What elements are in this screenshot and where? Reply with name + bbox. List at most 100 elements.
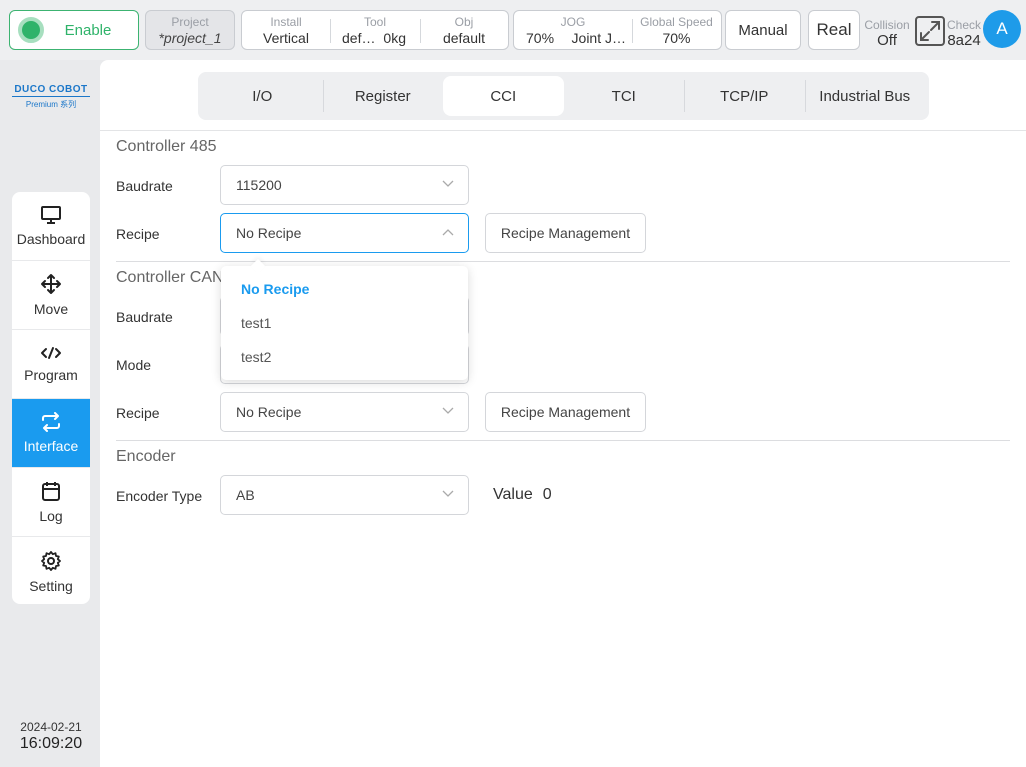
sidebar-item-label: Dashboard xyxy=(16,231,86,247)
tab-cci[interactable]: CCI xyxy=(443,76,564,116)
code-icon xyxy=(41,347,61,359)
tab-industrial-bus[interactable]: Industrial Bus xyxy=(804,76,926,116)
tab-tci[interactable]: TCI xyxy=(564,76,685,116)
sidebar-item-label: Setting xyxy=(29,577,73,594)
c485-baudrate-value: 115200 xyxy=(236,177,282,193)
encoder-type-select[interactable]: AB xyxy=(220,475,469,515)
tool-mass: 0kg xyxy=(383,30,406,46)
tool-name: def… xyxy=(342,30,376,46)
tool-segment[interactable]: Tool def… 0kg xyxy=(330,11,420,49)
global-speed-value: 70% xyxy=(662,30,691,46)
clock-date: 2024-02-21 xyxy=(20,720,82,734)
project-caption: Project xyxy=(171,15,209,29)
jog-segment[interactable]: JOG 70% Joint J… xyxy=(514,11,632,49)
top-bar: Enable Project *project_1 Install Vertic… xyxy=(0,0,1026,60)
brand-logo: DUCO COBOT Premium 系列 xyxy=(12,84,90,110)
calendar-icon xyxy=(42,482,60,501)
sidebar-item-program[interactable]: Program xyxy=(12,330,90,399)
encoder-value-readout: Value 0 xyxy=(493,486,552,504)
brand-subtitle: Premium 系列 xyxy=(25,100,77,109)
recipe-dropdown-menu: No Recipe test1 test2 xyxy=(221,266,468,380)
sidebar-item-dashboard[interactable]: Dashboard xyxy=(12,192,90,261)
monitor-icon xyxy=(41,206,61,224)
can-baudrate-label: Baudrate xyxy=(116,309,173,325)
c485-baudrate-label: Baudrate xyxy=(116,178,173,194)
power-status-icon xyxy=(18,17,44,43)
can-recipe-management-button[interactable]: Recipe Management xyxy=(485,392,646,432)
install-value: Vertical xyxy=(263,30,309,46)
tab-register[interactable]: Register xyxy=(322,76,444,116)
dropdown-option-test2[interactable]: test2 xyxy=(221,340,468,374)
global-speed-segment[interactable]: Global Speed 70% xyxy=(632,11,721,49)
global-speed-caption: Global Speed xyxy=(640,15,713,29)
sidebar-item-label: Program xyxy=(24,367,78,383)
jog-speed: 70% xyxy=(526,30,555,46)
brand-name: DUCO COBOT xyxy=(12,84,90,97)
gear-icon xyxy=(41,550,61,571)
swap-arrows-icon xyxy=(42,412,60,432)
sidebar-item-label: Interface xyxy=(23,438,79,454)
section-divider xyxy=(116,440,1010,441)
project-name: *project_1 xyxy=(158,30,222,46)
tool-values: def… 0kg xyxy=(330,29,420,47)
tab-io[interactable]: I/O xyxy=(202,76,323,116)
clock-time: 16:09:20 xyxy=(19,735,83,752)
obj-value: default xyxy=(442,30,486,46)
clock: 2024-02-21 16:09:20 xyxy=(12,720,90,753)
check-caption: Check xyxy=(946,18,981,32)
fullscreen-icon[interactable] xyxy=(915,16,945,46)
manual-mode-button[interactable]: Manual xyxy=(725,10,801,50)
sidebar-item-move[interactable]: Move xyxy=(12,261,90,330)
encoder-type-label: Encoder Type xyxy=(116,488,203,504)
checksum-status: Check 8a24 xyxy=(946,14,982,50)
c485-recipe-label: Recipe xyxy=(116,226,160,242)
sidebar-nav: Dashboard Move Program Interface Log Set… xyxy=(12,192,90,604)
can-recipe-select[interactable]: No Recipe xyxy=(220,392,469,432)
chevron-up-icon xyxy=(442,229,454,236)
sidebar-item-setting[interactable]: Setting xyxy=(12,537,90,604)
obj-segment[interactable]: Obj default xyxy=(420,11,508,49)
move-arrows-icon xyxy=(41,274,61,294)
jog-values: 70% Joint J… xyxy=(514,29,632,47)
main-panel: I/O Register CCI TCI TCP/IP Industrial B… xyxy=(100,60,1026,767)
project-selector[interactable]: Project *project_1 xyxy=(145,10,235,50)
user-avatar[interactable]: A xyxy=(983,10,1021,48)
section-title-encoder: Encoder xyxy=(116,448,176,465)
encoder-value: 0 xyxy=(542,486,552,503)
section-title-controller-can: Controller CAN xyxy=(116,269,224,286)
sidebar-item-interface[interactable]: Interface xyxy=(12,399,90,468)
jog-speed-panel[interactable]: JOG 70% Joint J… Global Speed 70% xyxy=(513,10,722,50)
section-title-controller-485: Controller 485 xyxy=(116,138,217,155)
enable-button[interactable]: Enable xyxy=(9,10,139,50)
install-caption: Install xyxy=(270,15,302,29)
jog-caption: JOG xyxy=(560,15,586,29)
jog-mode: Joint J… xyxy=(571,30,626,46)
sidebar-item-log[interactable]: Log xyxy=(12,468,90,537)
encoder-type-value: AB xyxy=(236,487,255,503)
c485-baudrate-select[interactable]: 115200 xyxy=(220,165,469,205)
chevron-down-icon xyxy=(442,180,454,187)
c485-recipe-value: No Recipe xyxy=(236,225,302,241)
chevron-down-icon xyxy=(442,490,454,497)
chevron-down-icon xyxy=(442,407,454,414)
c485-recipe-select[interactable]: No Recipe xyxy=(220,213,469,253)
enable-label: Enable xyxy=(64,21,112,39)
tool-caption: Tool xyxy=(363,15,386,29)
dropdown-option-test1[interactable]: test1 xyxy=(221,306,468,340)
collision-caption: Collision xyxy=(864,18,910,32)
obj-caption: Obj xyxy=(454,15,474,29)
check-value: 8a24 xyxy=(947,32,981,49)
install-tool-obj-panel[interactable]: Install Vertical Tool def… 0kg Obj defau… xyxy=(241,10,509,50)
c485-recipe-management-button[interactable]: Recipe Management xyxy=(485,213,646,253)
collision-status[interactable]: Collision Off xyxy=(862,14,912,50)
real-sim-toggle[interactable]: Real xyxy=(808,10,860,50)
can-recipe-label: Recipe xyxy=(116,405,160,421)
sidebar-item-label: Log xyxy=(39,508,63,524)
install-segment[interactable]: Install Vertical xyxy=(242,11,330,49)
tabs-divider xyxy=(100,130,1026,131)
sidebar-item-label: Move xyxy=(33,301,69,317)
can-recipe-value: No Recipe xyxy=(236,404,302,420)
tab-tcpip[interactable]: TCP/IP xyxy=(684,76,805,116)
can-mode-label: Mode xyxy=(116,357,152,373)
dropdown-option-no-recipe[interactable]: No Recipe xyxy=(221,272,468,306)
